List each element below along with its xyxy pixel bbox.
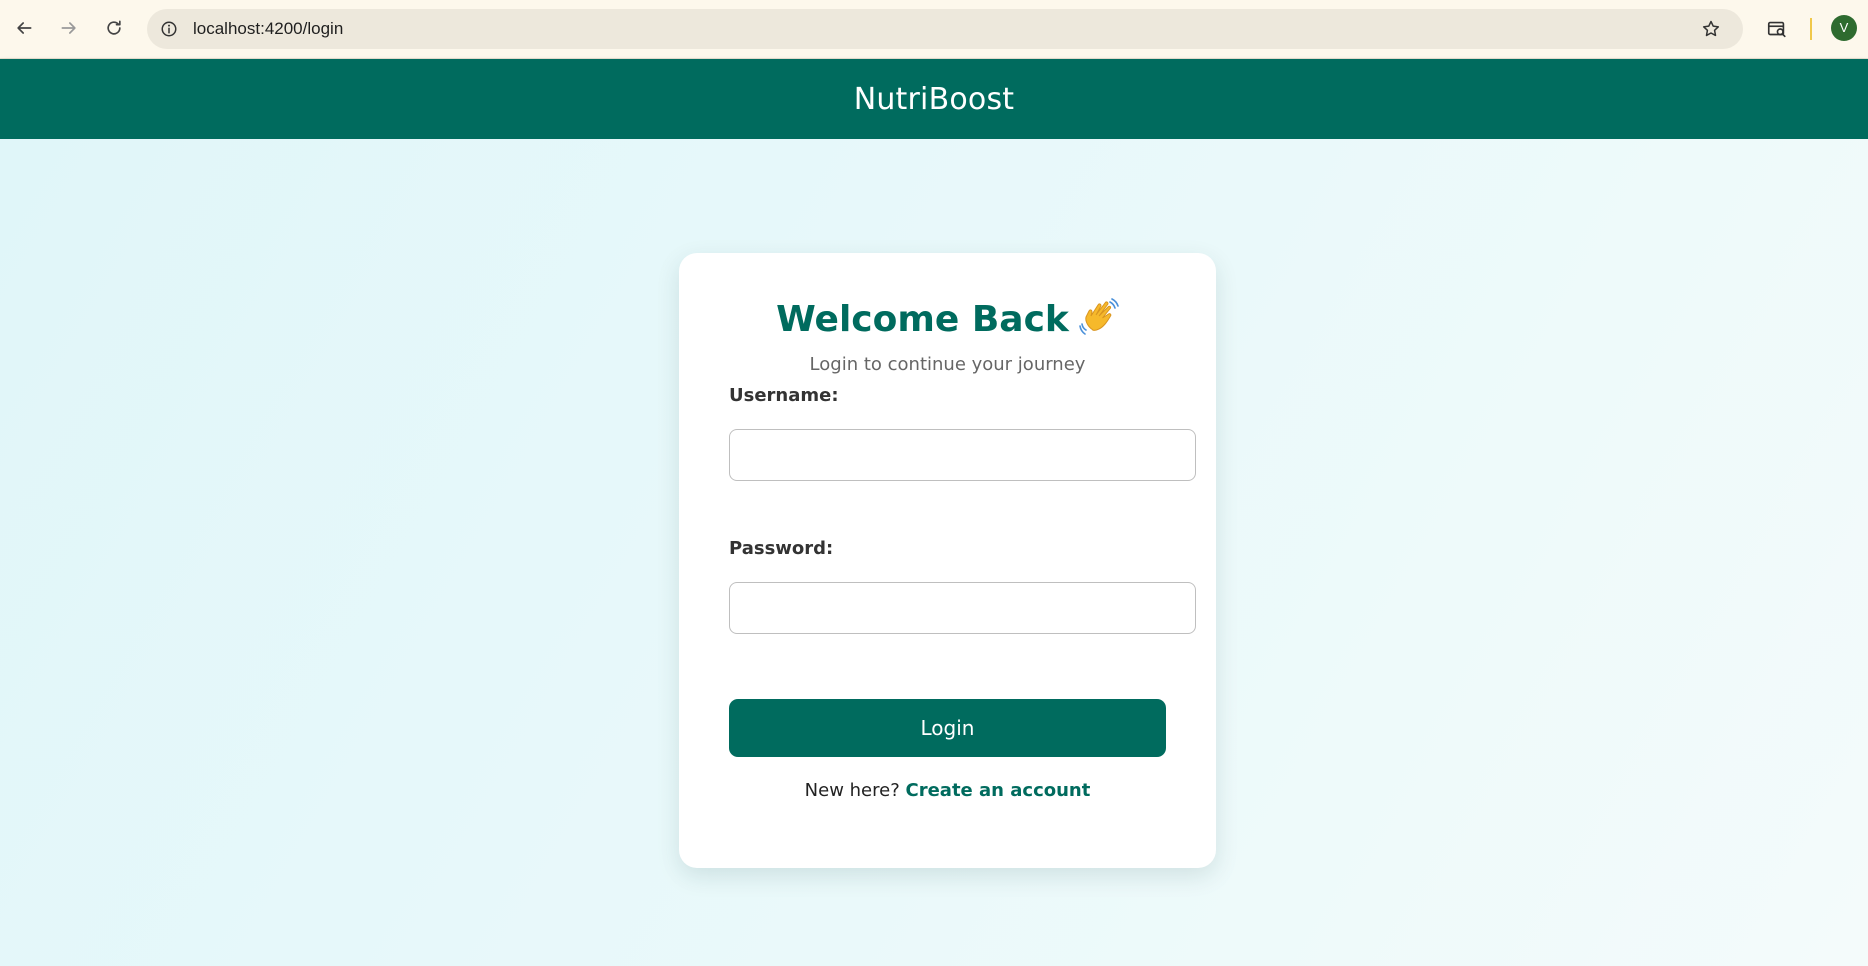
tab-search-icon	[1767, 21, 1786, 38]
signup-prompt-line: New here? Create an account	[679, 780, 1216, 801]
arrow-right-icon	[61, 22, 76, 34]
login-button[interactable]: Login	[729, 699, 1166, 757]
waving-hand-icon	[1079, 298, 1119, 335]
password-input[interactable]	[729, 582, 1196, 634]
username-label: Username:	[729, 385, 839, 406]
arrow-left-icon	[17, 22, 32, 34]
url-text[interactable]: localhost:4200/login	[193, 9, 343, 49]
password-label: Password:	[729, 538, 834, 559]
card-subtitle: Login to continue your journey	[809, 354, 1086, 375]
browser-toolbar: localhost:4200/login V	[0, 0, 1868, 59]
login-card: Welcome Back Login to continue your jour…	[679, 253, 1216, 868]
create-account-link[interactable]: Create an account	[906, 780, 1091, 801]
reload-icon	[107, 20, 121, 35]
info-icon	[161, 21, 177, 37]
star-icon	[1702, 20, 1720, 37]
toolbar-divider	[1810, 18, 1812, 40]
app-title: NutriBoost	[853, 81, 1015, 117]
forward-button[interactable]	[53, 12, 85, 44]
welcome-heading: Welcome Back	[776, 299, 1069, 340]
signup-prompt-text: New here?	[804, 780, 900, 801]
address-bar[interactable]: localhost:4200/login	[147, 9, 1743, 49]
profile-avatar[interactable]: V	[1831, 15, 1857, 41]
bookmark-button[interactable]	[1697, 15, 1725, 43]
username-input[interactable]	[729, 429, 1196, 481]
reload-button[interactable]	[98, 12, 130, 44]
back-button[interactable]	[8, 12, 40, 44]
site-info-button[interactable]	[155, 15, 183, 43]
tab-search-button[interactable]	[1762, 14, 1792, 44]
card-title: Welcome Back	[679, 298, 1216, 341]
app-header: NutriBoost	[0, 59, 1868, 139]
